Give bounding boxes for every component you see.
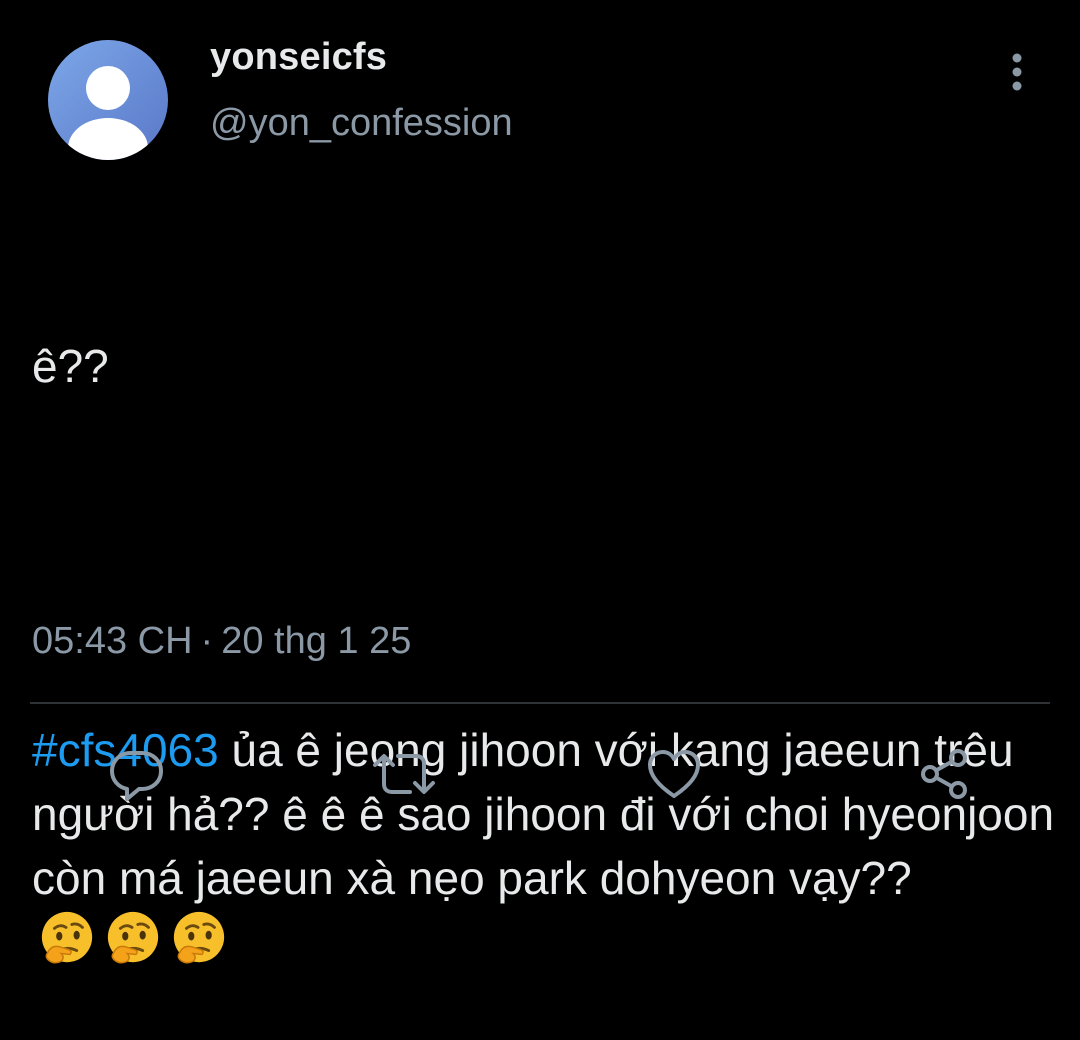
tweet-time: 05:43 CH [32, 620, 193, 662]
tweet-date: 20 thg 1 25 [221, 620, 412, 662]
like-button[interactable] [642, 742, 706, 806]
like-icon [648, 750, 700, 798]
retweet-button[interactable] [372, 742, 436, 806]
author-handle[interactable]: @yon_confession [210, 102, 513, 145]
reply-icon [110, 751, 163, 801]
tweet-line-1: ê?? [32, 340, 109, 392]
divider [30, 702, 1050, 704]
thinking-face-emoji-icon [41, 911, 93, 964]
reply-button[interactable] [104, 742, 168, 806]
tweet-timestamp[interactable]: 05:43 CH · 20 thg 1 25 [32, 620, 411, 663]
more-vertical-icon [1012, 53, 1022, 91]
thinking-face-emoji-icon [173, 911, 225, 964]
thinking-face-emoji-icon [107, 911, 159, 964]
default-profile-icon [68, 66, 148, 160]
separator-dot: · [200, 620, 214, 662]
avatar[interactable] [48, 40, 168, 160]
more-options-button[interactable] [1000, 50, 1034, 94]
emoji-group [38, 910, 228, 968]
retweet-icon [373, 754, 435, 794]
author-display-name[interactable]: yonseicfs [210, 36, 387, 79]
share-button[interactable] [912, 742, 976, 806]
share-icon [921, 749, 967, 799]
